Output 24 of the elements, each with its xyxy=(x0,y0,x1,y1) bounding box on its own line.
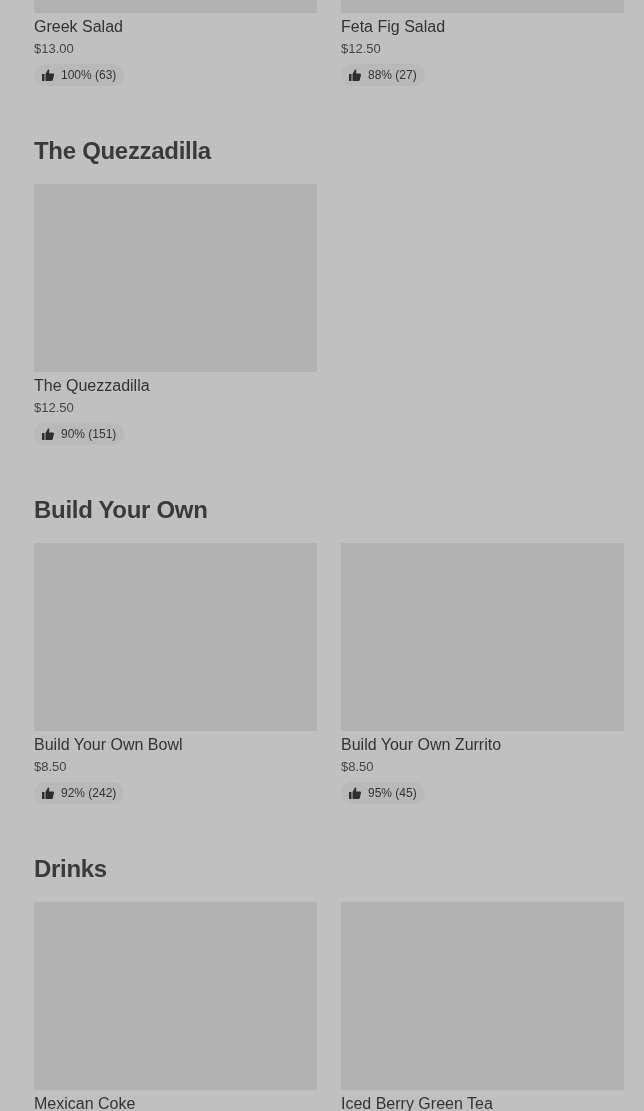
thumbs-up-icon xyxy=(42,69,54,81)
item-name: Feta Fig Salad xyxy=(341,17,446,37)
item-name: Greek Salad xyxy=(34,17,123,37)
item-name: Build Your Own Zurrito xyxy=(341,735,502,755)
thumbs-up-icon xyxy=(349,69,361,81)
item-price: $12.50 xyxy=(34,399,74,417)
item-price: $13.00 xyxy=(34,40,74,58)
rating-text: 92% (242) xyxy=(61,786,117,800)
section-heading: Build Your Own xyxy=(34,495,209,525)
item-price: $12.50 xyxy=(341,40,381,58)
item-name: Build Your Own Bowl xyxy=(34,735,183,755)
thumbs-up-icon xyxy=(42,428,54,440)
rating-text: 95% (45) xyxy=(368,786,417,800)
rating-text: 88% (27) xyxy=(368,68,417,82)
section-heading: The Quezzadilla xyxy=(34,136,213,166)
item-name: Mexican Coke xyxy=(34,1094,136,1111)
item-name: The Quezzadilla xyxy=(34,376,150,396)
thumbs-up-icon xyxy=(349,787,361,799)
section-heading: Drinks xyxy=(34,854,108,884)
item-price: $8.50 xyxy=(341,758,374,776)
item-price: $8.50 xyxy=(34,758,67,776)
rating-text: 100% (63) xyxy=(61,68,117,82)
thumbs-up-icon xyxy=(42,787,54,799)
rating-text: 90% (151) xyxy=(61,427,117,441)
